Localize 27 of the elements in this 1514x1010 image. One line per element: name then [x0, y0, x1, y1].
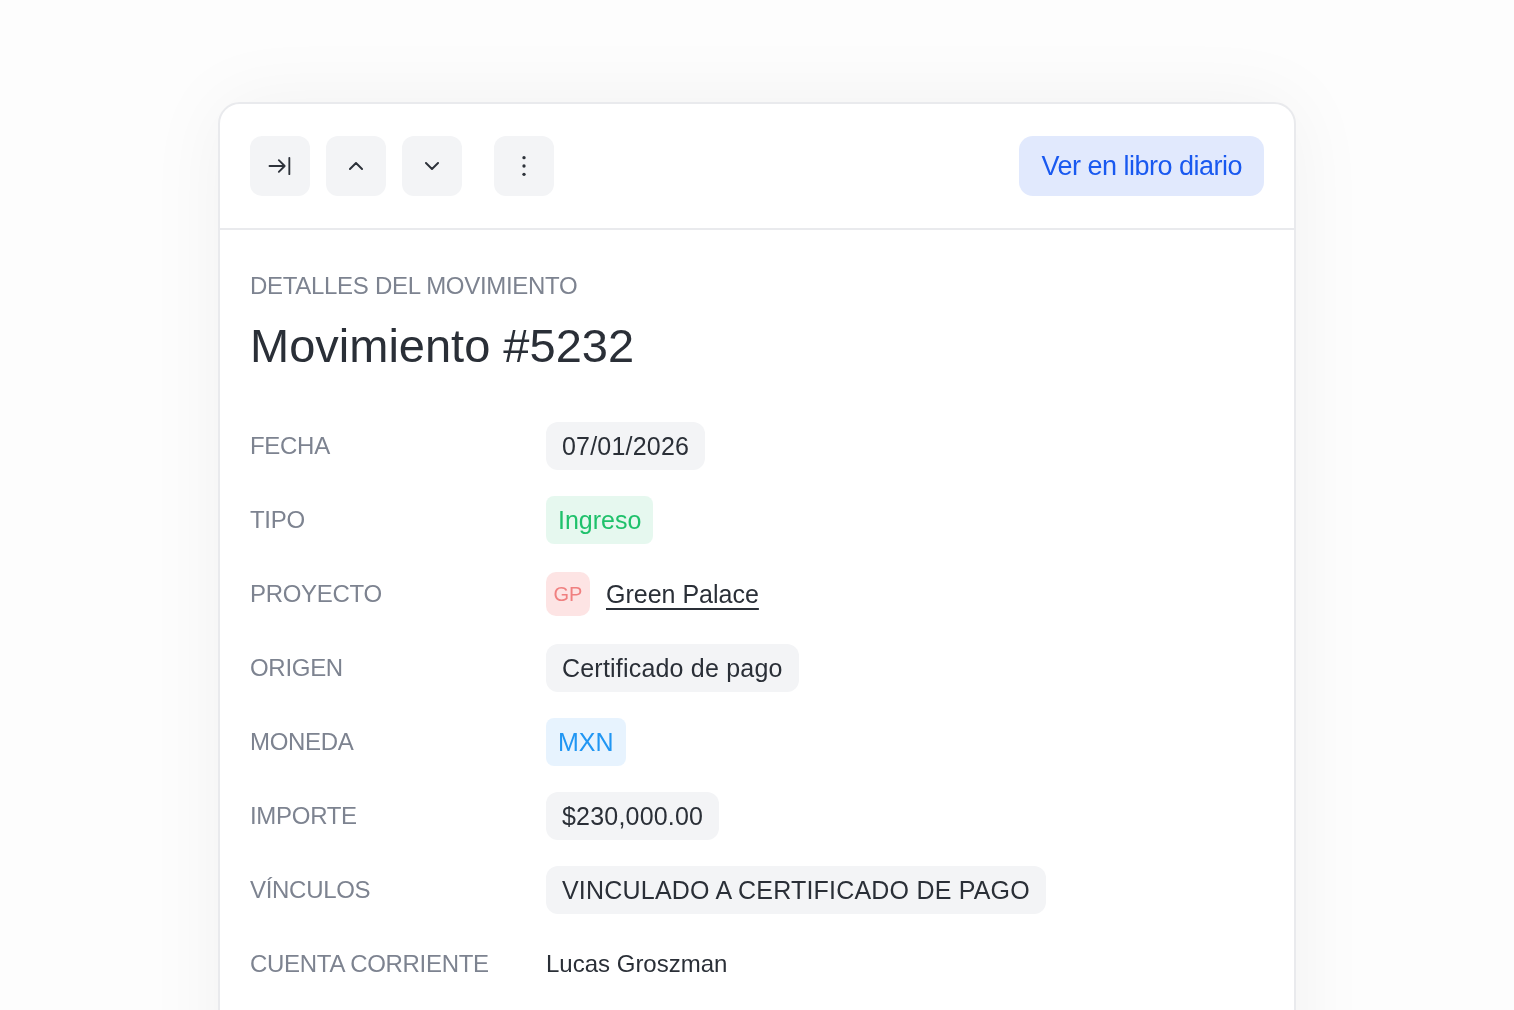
field-value: Lucas Groszman: [546, 950, 728, 978]
field-label: MONEDA: [250, 728, 355, 756]
value-chip: $230,000.00: [546, 792, 720, 840]
value-chip: VINCULADO A CERTIFICADO DE PAGO: [546, 866, 1046, 914]
tag: MXN: [546, 718, 626, 766]
value-chip: Certificado de pago: [546, 644, 799, 692]
previous-button[interactable]: [326, 136, 386, 196]
field-label: PROYECTO: [250, 580, 383, 608]
more-button[interactable]: [494, 136, 554, 196]
next-button[interactable]: [402, 136, 462, 196]
chevron-up-icon: [349, 162, 363, 170]
field-label: FECHA: [250, 432, 331, 460]
tag: Ingreso: [546, 496, 654, 544]
value-chip: 07/01/2026: [546, 422, 706, 470]
field-label: CUENTA CORRIENTE: [250, 950, 490, 978]
journal-button[interactable]: Ver en libro diario: [1019, 136, 1264, 196]
project-link[interactable]: Green Palace: [606, 579, 759, 609]
collapse-button[interactable]: [250, 136, 310, 196]
project-avatar: GP: [546, 572, 590, 616]
section-label: DETALLES DEL MOVIMIENTO: [250, 272, 579, 300]
field-label: TIPO: [250, 506, 306, 534]
field-label: IMPORTE: [250, 802, 358, 830]
chevron-down-icon: [425, 162, 439, 170]
page-title: Movimiento #5232: [250, 318, 636, 373]
more-vertical-icon: [522, 156, 526, 176]
field-label: ORIGEN: [250, 654, 344, 682]
field-label: VÍNCULOS: [250, 876, 372, 904]
